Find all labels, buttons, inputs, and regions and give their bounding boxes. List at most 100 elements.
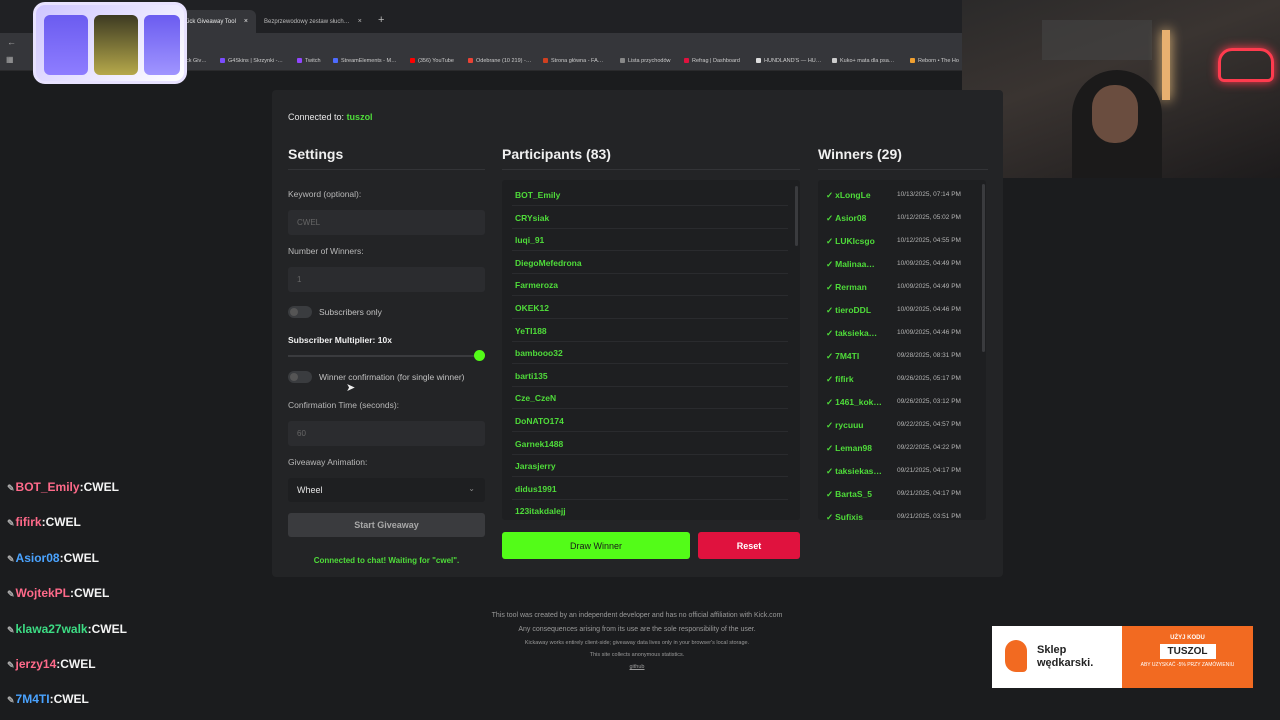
bookmark[interactable]: ck Giv…: [186, 58, 207, 64]
chat-username: fifirk: [15, 515, 42, 530]
winner-name: taksiekas…: [835, 466, 882, 476]
winner-confirmation-toggle[interactable]: [288, 371, 312, 383]
chat-text: CWEL: [63, 550, 99, 565]
winner-timestamp: 10/09/2025, 04:49 PM: [897, 260, 961, 267]
emote-image: [94, 15, 138, 75]
bookmark[interactable]: StreamElements - M…: [333, 58, 397, 64]
participant-row: Farmeroza: [512, 274, 788, 297]
participants-scrollbar[interactable]: [795, 186, 798, 246]
winners-list[interactable]: ✓ xLongLe 10/13/2025, 07:14 PM ✓ Asior08 10/1…: [818, 180, 986, 520]
winner-row: ✓ 1461_kok… 09/26/2025, 03:12 PM: [826, 391, 976, 414]
bookmark[interactable]: Lista przychodów: [620, 58, 671, 64]
chat-username: WojtekPL: [15, 586, 70, 601]
participants-list[interactable]: BOT_Emily CRYsiak luqi_91 DiegoMefedrona Far…: [502, 180, 800, 520]
settings-heading: Settings: [288, 146, 344, 162]
winner-row: ✓ Asior08 10/12/2025, 05:02 PM: [826, 207, 976, 230]
draw-winner-button[interactable]: Draw Winner: [502, 532, 690, 559]
streamelements-icon: [333, 58, 338, 64]
subscribers-only-toggle[interactable]: [288, 306, 312, 318]
bookmark[interactable]: Kuko+ mata dla psa…: [832, 58, 894, 64]
chat-username: BOT_Emily: [15, 480, 80, 494]
footer-note: Kickaway works entirely client-side; giv…: [524, 640, 750, 646]
start-giveaway-button[interactable]: Start Giveaway: [288, 513, 485, 537]
chat-badge-icon: ✎: [7, 518, 15, 529]
bookmark-icon: [832, 58, 837, 64]
check-icon: ✓: [826, 512, 834, 520]
winner-name: fifirk: [835, 374, 854, 384]
sponsor-banner: Sklep wędkarski. UŻYJ KODU TUSZOL ABY UZ…: [992, 626, 1253, 688]
bookmark[interactable]: (356) YouTube: [410, 58, 454, 64]
chat-text: CWEL: [74, 586, 110, 601]
keyword-input[interactable]: CWEL: [288, 210, 485, 235]
check-icon: ✓: [826, 328, 834, 338]
multiplier-slider[interactable]: [288, 355, 480, 357]
winner-row: ✓ tieroDDL 10/09/2025, 04:46 PM: [826, 299, 976, 322]
check-icon: ✓: [826, 420, 834, 430]
winners-count-input[interactable]: 1: [288, 267, 485, 292]
winner-name: Leman98: [835, 443, 872, 453]
apps-grid-icon[interactable]: ▦: [6, 55, 14, 64]
reset-button[interactable]: Reset: [698, 532, 800, 559]
footer-disclaimer: This tool was created by an independent …: [491, 612, 783, 619]
chat-message: ✎jerzy14:CWEL: [7, 657, 96, 671]
promo-details: ABY UZYSKAĆ -5% PRZY ZAMÓWIENIU: [1140, 662, 1235, 668]
winner-timestamp: 09/22/2025, 04:57 PM: [897, 421, 961, 428]
winner-timestamp: 09/21/2025, 04:17 PM: [897, 467, 961, 474]
chat-message: ✎7M4TI:CWEL: [7, 692, 89, 707]
winner-name: Malinaa…: [835, 259, 875, 269]
bookmark[interactable]: Refrag | Dashboard: [684, 58, 740, 64]
bookmark[interactable]: Strona główna - FA…: [543, 58, 603, 64]
chat-message: ✎fifirk:CWEL: [7, 515, 81, 530]
multiplier-slider-handle[interactable]: [474, 350, 485, 361]
winner-name: xLongLe: [835, 190, 871, 200]
winners-count-label: Number of Winners:: [288, 246, 364, 256]
participants-heading: Participants (83): [502, 146, 611, 162]
winner-row: ✓ 7M4TI 09/28/2025, 08:31 PM: [826, 345, 976, 368]
check-icon: ✓: [826, 397, 834, 407]
bookmark[interactable]: HUNDLAND'S — HU…: [756, 58, 821, 64]
new-tab-button[interactable]: +: [378, 14, 384, 26]
bookmark[interactable]: G4Skins | Skrzynki -…: [220, 58, 283, 64]
check-icon: ✓: [826, 351, 834, 361]
chat-text: CWEL: [83, 480, 119, 494]
tab-headphones[interactable]: Bezprzewodowy zestaw słuch… ×: [258, 10, 372, 33]
close-icon[interactable]: ×: [358, 18, 362, 25]
chat-badge-icon: ✎: [7, 695, 15, 706]
footer-note: This site collects anonymous statistics.: [589, 652, 685, 658]
winners-scrollbar[interactable]: [982, 184, 985, 352]
bookmark-icon: [220, 58, 225, 64]
chat-text: CWEL: [53, 692, 89, 707]
check-icon: ✓: [826, 282, 834, 292]
check-icon: ✓: [826, 305, 834, 315]
winner-row: ✓ taksiekas… 09/21/2025, 04:17 PM: [826, 460, 976, 483]
participant-row: bambooo32: [512, 342, 788, 365]
close-icon[interactable]: ×: [244, 18, 248, 25]
winners-heading: Winners (29): [818, 146, 902, 162]
winner-timestamp: 09/21/2025, 04:17 PM: [897, 490, 961, 497]
participant-row: didus1991: [512, 478, 788, 500]
promo-code: TUSZOL: [1159, 644, 1216, 659]
bookmark-icon: [620, 58, 625, 64]
confirmation-time-input[interactable]: 60: [288, 421, 485, 446]
check-icon: ✓: [826, 259, 834, 269]
bookmark[interactable]: Odebrane (10 219) -…: [468, 58, 531, 64]
winner-timestamp: 09/28/2025, 08:31 PM: [897, 352, 961, 359]
winner-row: ✓ LUKIcsgo 10/12/2025, 04:55 PM: [826, 230, 976, 253]
check-icon: ✓: [826, 236, 834, 246]
back-arrow-icon[interactable]: ←: [7, 37, 16, 47]
check-icon: ✓: [826, 466, 834, 476]
bookmark[interactable]: Twitch: [297, 58, 321, 64]
bookmark[interactable]: Reborn • The Ho: [910, 58, 959, 64]
winner-name: taksieka…: [835, 328, 878, 338]
tab-giveaway-tool[interactable]: Kick Giveaway Tool ×: [178, 10, 256, 33]
chat-badge-icon: ✎: [7, 553, 15, 564]
animation-select[interactable]: Wheel ⌄: [288, 478, 485, 502]
github-link[interactable]: github: [437, 664, 837, 670]
winner-name: 1461_kok…: [835, 397, 882, 407]
winner-row: ✓ Malinaa… 10/09/2025, 04:49 PM: [826, 253, 976, 276]
participant-row: DiegoMefedrona: [512, 252, 788, 274]
check-icon: ✓: [826, 374, 834, 384]
winner-timestamp: 10/13/2025, 07:14 PM: [897, 191, 961, 198]
winner-timestamp: 10/09/2025, 04:46 PM: [897, 306, 961, 313]
chat-message: ✎Asior08:CWEL: [7, 550, 99, 565]
